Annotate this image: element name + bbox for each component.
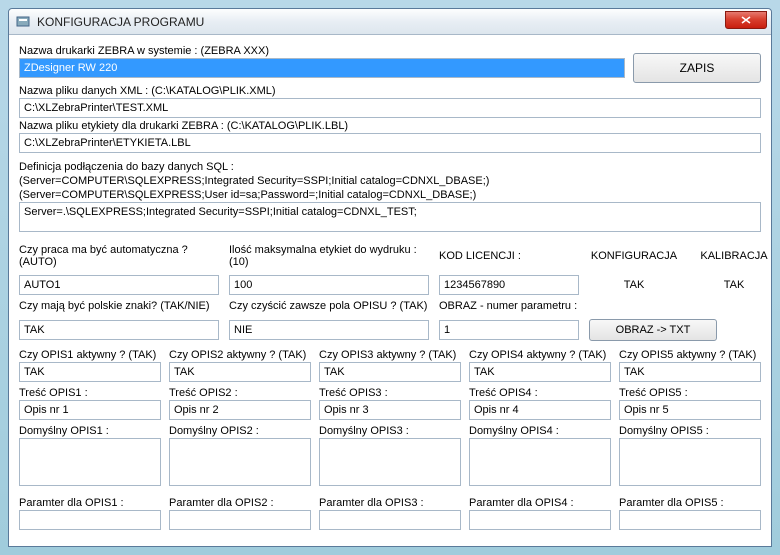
auto-input[interactable] [19,275,219,295]
opis5-param_label: Paramter dla OPIS5 : [619,497,761,509]
content-area: Nazwa drukarki ZEBRA w systemie : (ZEBRA… [9,35,771,546]
opis4-param_value-input[interactable] [469,510,611,530]
opis5-content_value-input[interactable] [619,400,761,420]
opis5-active_label: Czy OPIS5 aktywny ? (TAK) [619,349,761,361]
xml-label: Nazwa pliku danych XML : (C:\KATALOG\PLI… [19,85,761,97]
lic-label: KOD LICENCJI : [439,250,579,262]
obraz-txt-button[interactable]: OBRAZ -> TXT [589,319,717,341]
opis1-active_value-input[interactable] [19,362,161,382]
max-label: Ilość maksymalna etykiet do wydruku : (1… [229,244,429,268]
app-icon [15,14,31,30]
opis2-default_value-input[interactable] [169,438,311,486]
opis2-param_value-input[interactable] [169,510,311,530]
sql-def-line2: (Server=COMPUTER\SQLEXPRESS;User id=sa;P… [19,189,761,201]
sql-input[interactable]: Server=.\SQLEXPRESS;Integrated Security=… [19,202,761,232]
auto-label: Czy praca ma być automatyczna ? (AUTO) [19,244,219,268]
opis2-default_label: Domyślny OPIS2 : [169,425,311,437]
obraz-input[interactable] [439,320,579,340]
xml-input[interactable] [19,98,761,118]
opis1-content_value-input[interactable] [19,400,161,420]
opis4-active_value-input[interactable] [469,362,611,382]
lbl-file-label: Nazwa pliku etykiety dla drukarki ZEBRA … [19,120,761,132]
lbl-file-input[interactable] [19,133,761,153]
sql-value-text: Server=.\SQLEXPRESS;Integrated Security=… [24,206,417,218]
konf-label: KONFIGURACJA [589,250,679,262]
opis2-content_value-input[interactable] [169,400,311,420]
opis5-content_label: Treść OPIS5 : [619,387,761,399]
opis2-active_value-input[interactable] [169,362,311,382]
opis2-active_label: Czy OPIS2 aktywny ? (TAK) [169,349,311,361]
clear-input[interactable] [229,320,429,340]
opis4-content_value-input[interactable] [469,400,611,420]
opis5-default_label: Domyślny OPIS5 : [619,425,761,437]
obraz-label: OBRAZ - numer parametru : [439,300,579,312]
konf-value: TAK [589,279,679,291]
opis4-default_value-input[interactable] [469,438,611,486]
opis5-default_value-input[interactable] [619,438,761,486]
opis4-param_label: Paramter dla OPIS4 : [469,497,611,509]
opis3-param_value-input[interactable] [319,510,461,530]
opis3-param_label: Paramter dla OPIS3 : [319,497,461,509]
clear-label: Czy czyścić zawsze pola OPISU ? (TAK) [229,300,429,312]
opis3-content_label: Treść OPIS3 : [319,387,461,399]
opis1-default_label: Domyślny OPIS1 : [19,425,161,437]
opis1-content_label: Treść OPIS1 : [19,387,161,399]
opis3-content_value-input[interactable] [319,400,461,420]
config-window: KONFIGURACJA PROGRAMU Nazwa drukarki ZEB… [8,8,772,547]
lic-input[interactable] [439,275,579,295]
save-button[interactable]: ZAPIS [633,53,761,83]
close-button[interactable] [725,11,767,29]
opis2-content_label: Treść OPIS2 : [169,387,311,399]
opis3-default_label: Domyślny OPIS3 : [319,425,461,437]
opis3-active_label: Czy OPIS3 aktywny ? (TAK) [319,349,461,361]
opis4-default_label: Domyślny OPIS4 : [469,425,611,437]
opis1-param_label: Paramter dla OPIS1 : [19,497,161,509]
opis2-param_label: Paramter dla OPIS2 : [169,497,311,509]
opis4-active_label: Czy OPIS4 aktywny ? (TAK) [469,349,611,361]
opis3-default_value-input[interactable] [319,438,461,486]
opis5-param_value-input[interactable] [619,510,761,530]
titlebar: KONFIGURACJA PROGRAMU [9,9,771,35]
opis1-param_value-input[interactable] [19,510,161,530]
printer-input[interactable] [19,58,625,78]
sql-def-label: Definicja podłączenia do bazy danych SQL… [19,161,761,173]
opis1-active_label: Czy OPIS1 aktywny ? (TAK) [19,349,161,361]
opis3-active_value-input[interactable] [319,362,461,382]
polish-input[interactable] [19,320,219,340]
opis5-active_value-input[interactable] [619,362,761,382]
max-input[interactable] [229,275,429,295]
polish-label: Czy mają być polskie znaki? (TAK/NIE) [19,300,219,312]
kalib-label: KALIBRACJA [689,250,771,262]
opis1-default_value-input[interactable] [19,438,161,486]
opis4-content_label: Treść OPIS4 : [469,387,611,399]
kalib-value: TAK [689,279,771,291]
printer-label: Nazwa drukarki ZEBRA w systemie : (ZEBRA… [19,45,625,57]
sql-def-line1: (Server=COMPUTER\SQLEXPRESS;Integrated S… [19,175,761,187]
window-title: KONFIGURACJA PROGRAMU [37,15,204,29]
